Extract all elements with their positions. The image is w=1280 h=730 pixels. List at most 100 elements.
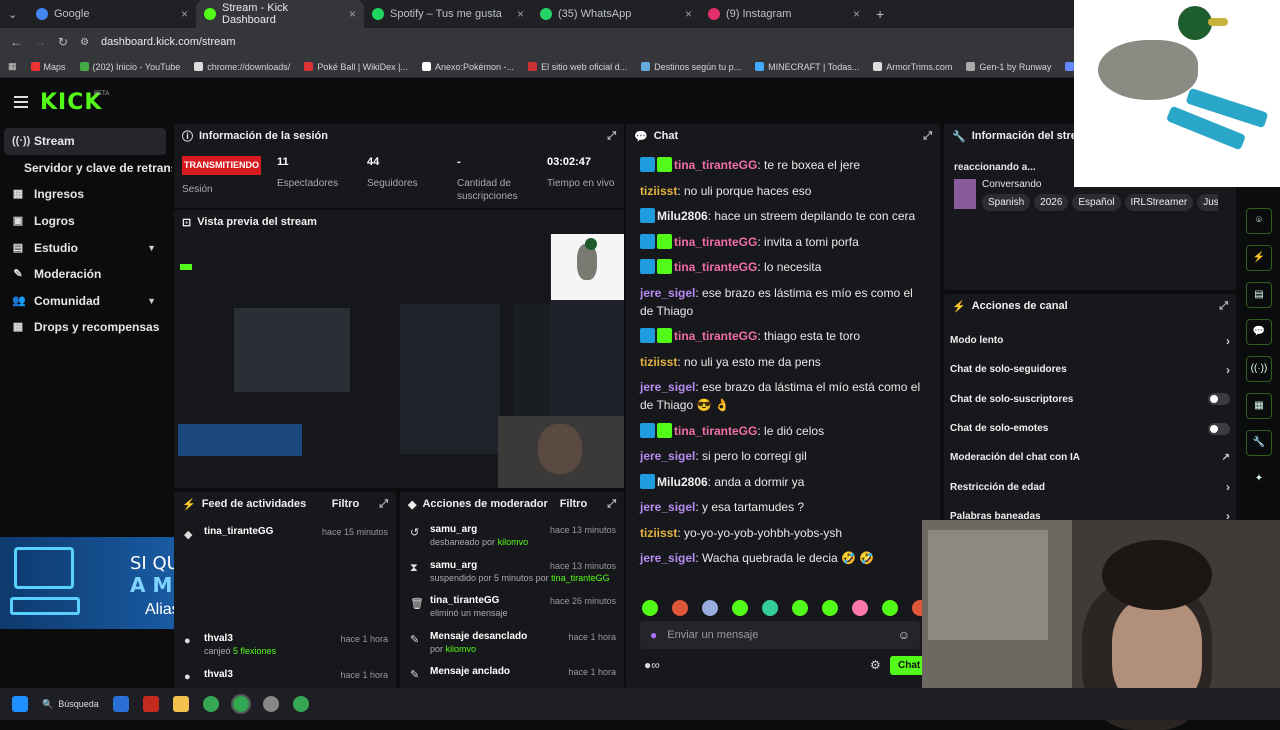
chat-username[interactable]: tina_tiranteGG (674, 329, 757, 343)
feed-row[interactable]: ● thval3 hace 1 hora canjeó 5 flexiones (174, 629, 396, 665)
chat-username[interactable]: jere_sigel (640, 380, 695, 394)
mod-action-row[interactable]: ↺ samu_arg hace 13 minutos desbaneado por k… (400, 520, 624, 556)
url-field[interactable]: dashboard.kick.com/stream (101, 36, 236, 48)
browser-tab[interactable]: Spotify – Tus me gusta × (364, 0, 532, 28)
infinity-icon[interactable]: ●∞ (644, 658, 660, 672)
channel-action-row[interactable]: Chat de solo-seguidores › (944, 355, 1236, 384)
bolt-icon[interactable]: ⚡ (1246, 245, 1272, 271)
chat-username[interactable]: Milu2806 (657, 209, 708, 223)
tab-search-button[interactable]: ⌄ (0, 0, 28, 28)
channel-action-row[interactable]: Restricción de edad › (944, 472, 1236, 501)
reload-icon[interactable]: ↻ (58, 35, 68, 49)
chat-input[interactable]: ● Enviar un mensaje ☺ (640, 621, 920, 649)
camera-icon[interactable]: ⌾ (1246, 208, 1272, 234)
sparkle-icon[interactable]: ✦ (1246, 467, 1272, 493)
chrome-active-icon[interactable] (230, 694, 251, 714)
new-tab-button[interactable]: + (876, 6, 884, 22)
chat-username[interactable]: jere_sigel (640, 286, 695, 300)
chevron-right-icon[interactable]: › (1226, 480, 1230, 494)
channel-action-row[interactable]: Modo lento › (944, 326, 1236, 355)
toggle-switch[interactable] (1208, 422, 1230, 435)
chat-username[interactable]: tina_tiranteGG (674, 424, 757, 438)
toggle-switch[interactable] (1208, 393, 1230, 406)
bookmark-item[interactable]: El sitio web oficial d... (528, 62, 627, 72)
browser-tab[interactable]: (9) Instagram × (700, 0, 868, 28)
bookmark-item[interactable]: Destinos según tu p... (641, 62, 741, 72)
stream-tag[interactable]: IRLStreamer (1124, 194, 1194, 211)
mod-action-by[interactable]: tina_tiranteGG (551, 573, 610, 583)
emote-icon[interactable] (762, 600, 778, 616)
note-icon[interactable]: ▤ (1246, 282, 1272, 308)
broadcast-icon[interactable]: ((·)) (1246, 356, 1272, 382)
sidebar-item-stream[interactable]: ((·)) Stream (4, 128, 166, 155)
chat-username[interactable]: jere_sigel (640, 500, 695, 514)
tab-close-icon[interactable]: × (181, 7, 188, 21)
feed-expand-icon[interactable]: ⤢ (379, 498, 388, 511)
emote-icon[interactable] (732, 600, 748, 616)
sidebar-item-revenue[interactable]: ▦ Ingresos (0, 181, 172, 208)
stream-tag[interactable]: Español (1072, 194, 1121, 211)
app-icon-2[interactable] (142, 696, 159, 712)
feed-filter-button[interactable]: Filtro (332, 498, 360, 510)
sidebar-item-community[interactable]: 👥 Comunidad ▼ (0, 288, 172, 315)
mod-action-row[interactable]: 🗑 tina_tiranteGG hace 26 minutos eliminó un… (400, 591, 624, 627)
app-icon-1[interactable] (112, 696, 129, 712)
expand-icon[interactable]: ⤢ (607, 130, 616, 143)
apps-icon[interactable]: ▦ (8, 61, 17, 72)
mod-action-row[interactable]: ✎ Mensaje desanclado hace 1 hora por kilomv… (400, 627, 624, 663)
bookmark-item[interactable]: Maps (30, 62, 66, 72)
channel-action-row[interactable]: Moderación del chat con IA ↗ (944, 443, 1236, 472)
wrench-icon[interactable]: 🔧 (1246, 430, 1272, 456)
bookmark-item[interactable]: chrome://downloads/ (194, 62, 290, 72)
chevron-down-icon[interactable]: ▼ (147, 296, 156, 306)
bookmark-item[interactable]: ArmorTrims.com (873, 62, 952, 72)
chevron-right-icon[interactable]: › (1226, 363, 1230, 377)
mic-icon[interactable]: ● (650, 628, 657, 642)
chat-username[interactable]: tina_tiranteGG (674, 260, 757, 274)
mod-action-by[interactable]: kilomvo (498, 537, 529, 547)
windows-start-icon[interactable] (12, 696, 28, 712)
back-icon[interactable]: ← (10, 35, 22, 49)
emoji-icon[interactable]: ☺ (898, 628, 910, 642)
category-thumbnail[interactable] (954, 179, 976, 209)
chrome-profile-icon[interactable] (292, 696, 309, 712)
book-icon[interactable]: ▦ (1246, 393, 1272, 419)
mod-expand-icon[interactable]: ⤢ (607, 498, 616, 511)
stream-preview[interactable] (174, 234, 624, 488)
bookmark-item[interactable]: MINECRAFT | Todas... (755, 62, 859, 72)
settings-icon[interactable]: ⚙ (870, 658, 881, 672)
mod-filter-button[interactable]: Filtro (560, 498, 588, 510)
chat-username[interactable]: Milu2806 (657, 475, 708, 489)
bookmark-item[interactable]: (202) Inicio - YouTube (79, 62, 180, 72)
chat-username[interactable]: tiziisst (640, 184, 677, 198)
emote-icon[interactable] (882, 600, 898, 616)
mod-action-by[interactable]: kilomvo (446, 644, 477, 654)
emote-icon[interactable] (702, 600, 718, 616)
browser-tab[interactable]: (35) WhatsApp × (532, 0, 700, 28)
tab-close-icon[interactable]: × (349, 7, 356, 21)
bookmark-item[interactable]: Poké Ball | WikiDex |... (304, 62, 408, 72)
emote-icon[interactable] (852, 600, 868, 616)
taskbar-search[interactable]: 🔍 Búsqueda (42, 699, 99, 710)
chat-username[interactable]: tina_tiranteGG (674, 158, 757, 172)
mod-action-row[interactable]: ⧗ samu_arg hace 13 minutos suspendido por 5… (400, 556, 624, 592)
forward-icon[interactable]: → (34, 35, 46, 49)
chat-expand-icon[interactable]: ⤢ (923, 130, 932, 143)
tab-close-icon[interactable]: × (853, 7, 860, 21)
chat-icon[interactable]: 💬 (1246, 319, 1272, 345)
stream-tag[interactable]: JustC (1197, 194, 1218, 211)
channel-action-row[interactable]: Chat de solo-emotes (944, 414, 1236, 443)
emote-icon[interactable] (672, 600, 688, 616)
channel-expand-icon[interactable]: ⤢ (1219, 300, 1228, 313)
menu-icon[interactable] (14, 96, 28, 111)
browser-tab[interactable]: Stream - Kick Dashboard × (196, 0, 364, 28)
chevron-down-icon[interactable]: ▼ (147, 243, 156, 253)
chrome-icon[interactable] (202, 696, 219, 712)
sidebar-item-server-key[interactable]: Servidor y clave de retransmisión (0, 155, 172, 182)
browser-tab[interactable]: Google × (28, 0, 196, 28)
bookmark-item[interactable]: Anexo:Pokémon -... (422, 62, 514, 72)
chat-username[interactable]: tiziisst (640, 355, 677, 369)
site-info-icon[interactable]: ⚙ (80, 37, 89, 48)
sidebar-item-studio[interactable]: ▤ Estudio ▼ (0, 234, 172, 261)
channel-action-row[interactable]: Chat de solo-suscriptores (944, 385, 1236, 414)
